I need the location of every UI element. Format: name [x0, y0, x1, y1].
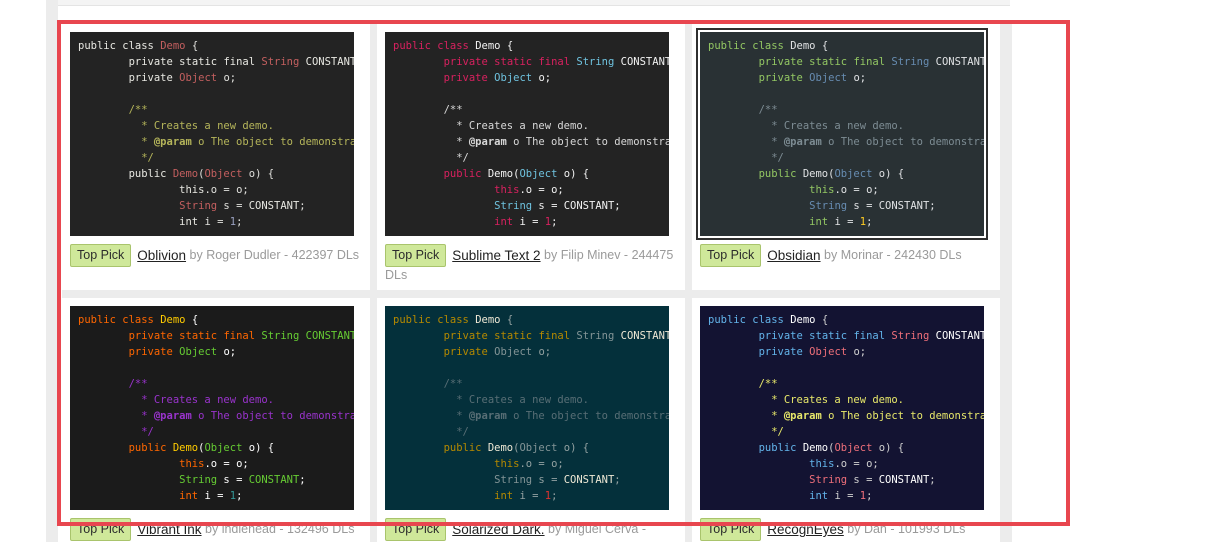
theme-name-link[interactable]: RecognEyes [767, 522, 844, 537]
theme-card-solarized-dark[interactable]: public class Demo { private static final… [377, 298, 685, 542]
theme-preview-solarized-dark[interactable]: public class Demo { private static final… [385, 306, 669, 511]
theme-caption: Top Pick Obsidian by Morinar - 242430 DLs [700, 244, 992, 267]
right-margin [1010, 0, 1210, 542]
theme-author-downloads: by Roger Dudler - 422397 DLs [189, 248, 360, 262]
theme-caption: Top Pick Oblivion by Roger Dudler - 42239… [70, 244, 362, 267]
theme-card-vibrant-ink[interactable]: public class Demo { private static final… [62, 298, 370, 542]
theme-caption: Top Pick Vibrant Ink by indiehead - 13249… [70, 518, 362, 542]
theme-caption: Top Pick Sublime Text 2 by Filip Minev - … [385, 244, 677, 284]
theme-card-recogneyes[interactable]: public class Demo { private static final… [692, 298, 1000, 542]
page-top-rule [46, 0, 1010, 6]
row-gap [62, 290, 1012, 299]
top-pick-badge: Top Pick [385, 244, 447, 267]
theme-name-link[interactable]: Solarized Dark. [452, 522, 544, 537]
theme-caption: Top Pick RecognEyes by Dan - 101993 DLs [700, 518, 992, 542]
theme-author-downloads: by Miguel Cerva - [548, 522, 646, 537]
theme-preview-oblivion[interactable]: public class Demo { private static final… [70, 32, 354, 236]
theme-author-downloads: by indiehead - 132496 DLs [205, 522, 355, 537]
left-margin [0, 0, 46, 542]
top-pick-badge: Top Pick [700, 518, 762, 542]
code-sample: public class Demo { private static final… [393, 40, 669, 228]
theme-name-link[interactable]: Oblivion [137, 248, 186, 263]
theme-preview-obsidian[interactable]: public class Demo { private static final… [696, 28, 988, 240]
top-pick-badge: Top Pick [385, 518, 447, 542]
theme-results-grid: public class Demo { private static final… [62, 24, 1012, 542]
code-sample: public class Demo { private static final… [78, 314, 354, 503]
theme-name-link[interactable]: Obsidian [767, 248, 820, 263]
code-sample: public class Demo { private static final… [708, 40, 984, 228]
theme-author-downloads: by Morinar - 242430 DLs [824, 248, 962, 262]
top-pick-badge: Top Pick [70, 518, 132, 542]
code-sample: public class Demo { private static final… [393, 314, 669, 503]
theme-card-obsidian[interactable]: public class Demo { private static final… [692, 24, 1000, 291]
top-pick-badge: Top Pick [700, 244, 762, 267]
theme-preview-vibrant-ink[interactable]: public class Demo { private static final… [70, 306, 354, 511]
left-gutter-strip [46, 0, 58, 542]
theme-caption: Top Pick Solarized Dark. by Miguel Cerva … [385, 518, 677, 542]
theme-row: public class Demo { private static final… [62, 24, 1012, 291]
theme-row: public class Demo { private static final… [62, 298, 1012, 542]
theme-card-sublime-text-2[interactable]: public class Demo { private static final… [377, 24, 685, 291]
top-pick-badge: Top Pick [70, 244, 132, 267]
page-root: public class Demo { private static final… [0, 0, 1210, 542]
code-sample: public class Demo { private static final… [78, 40, 354, 228]
theme-name-link[interactable]: Sublime Text 2 [452, 248, 540, 263]
theme-card-oblivion[interactable]: public class Demo { private static final… [62, 24, 370, 291]
theme-preview-recogneyes[interactable]: public class Demo { private static final… [700, 306, 984, 511]
theme-name-link[interactable]: Vibrant Ink [137, 522, 201, 537]
code-sample: public class Demo { private static final… [708, 314, 984, 503]
theme-preview-sublime-text-2[interactable]: public class Demo { private static final… [385, 32, 669, 236]
theme-author-downloads: by Dan - 101993 DLs [847, 522, 966, 537]
